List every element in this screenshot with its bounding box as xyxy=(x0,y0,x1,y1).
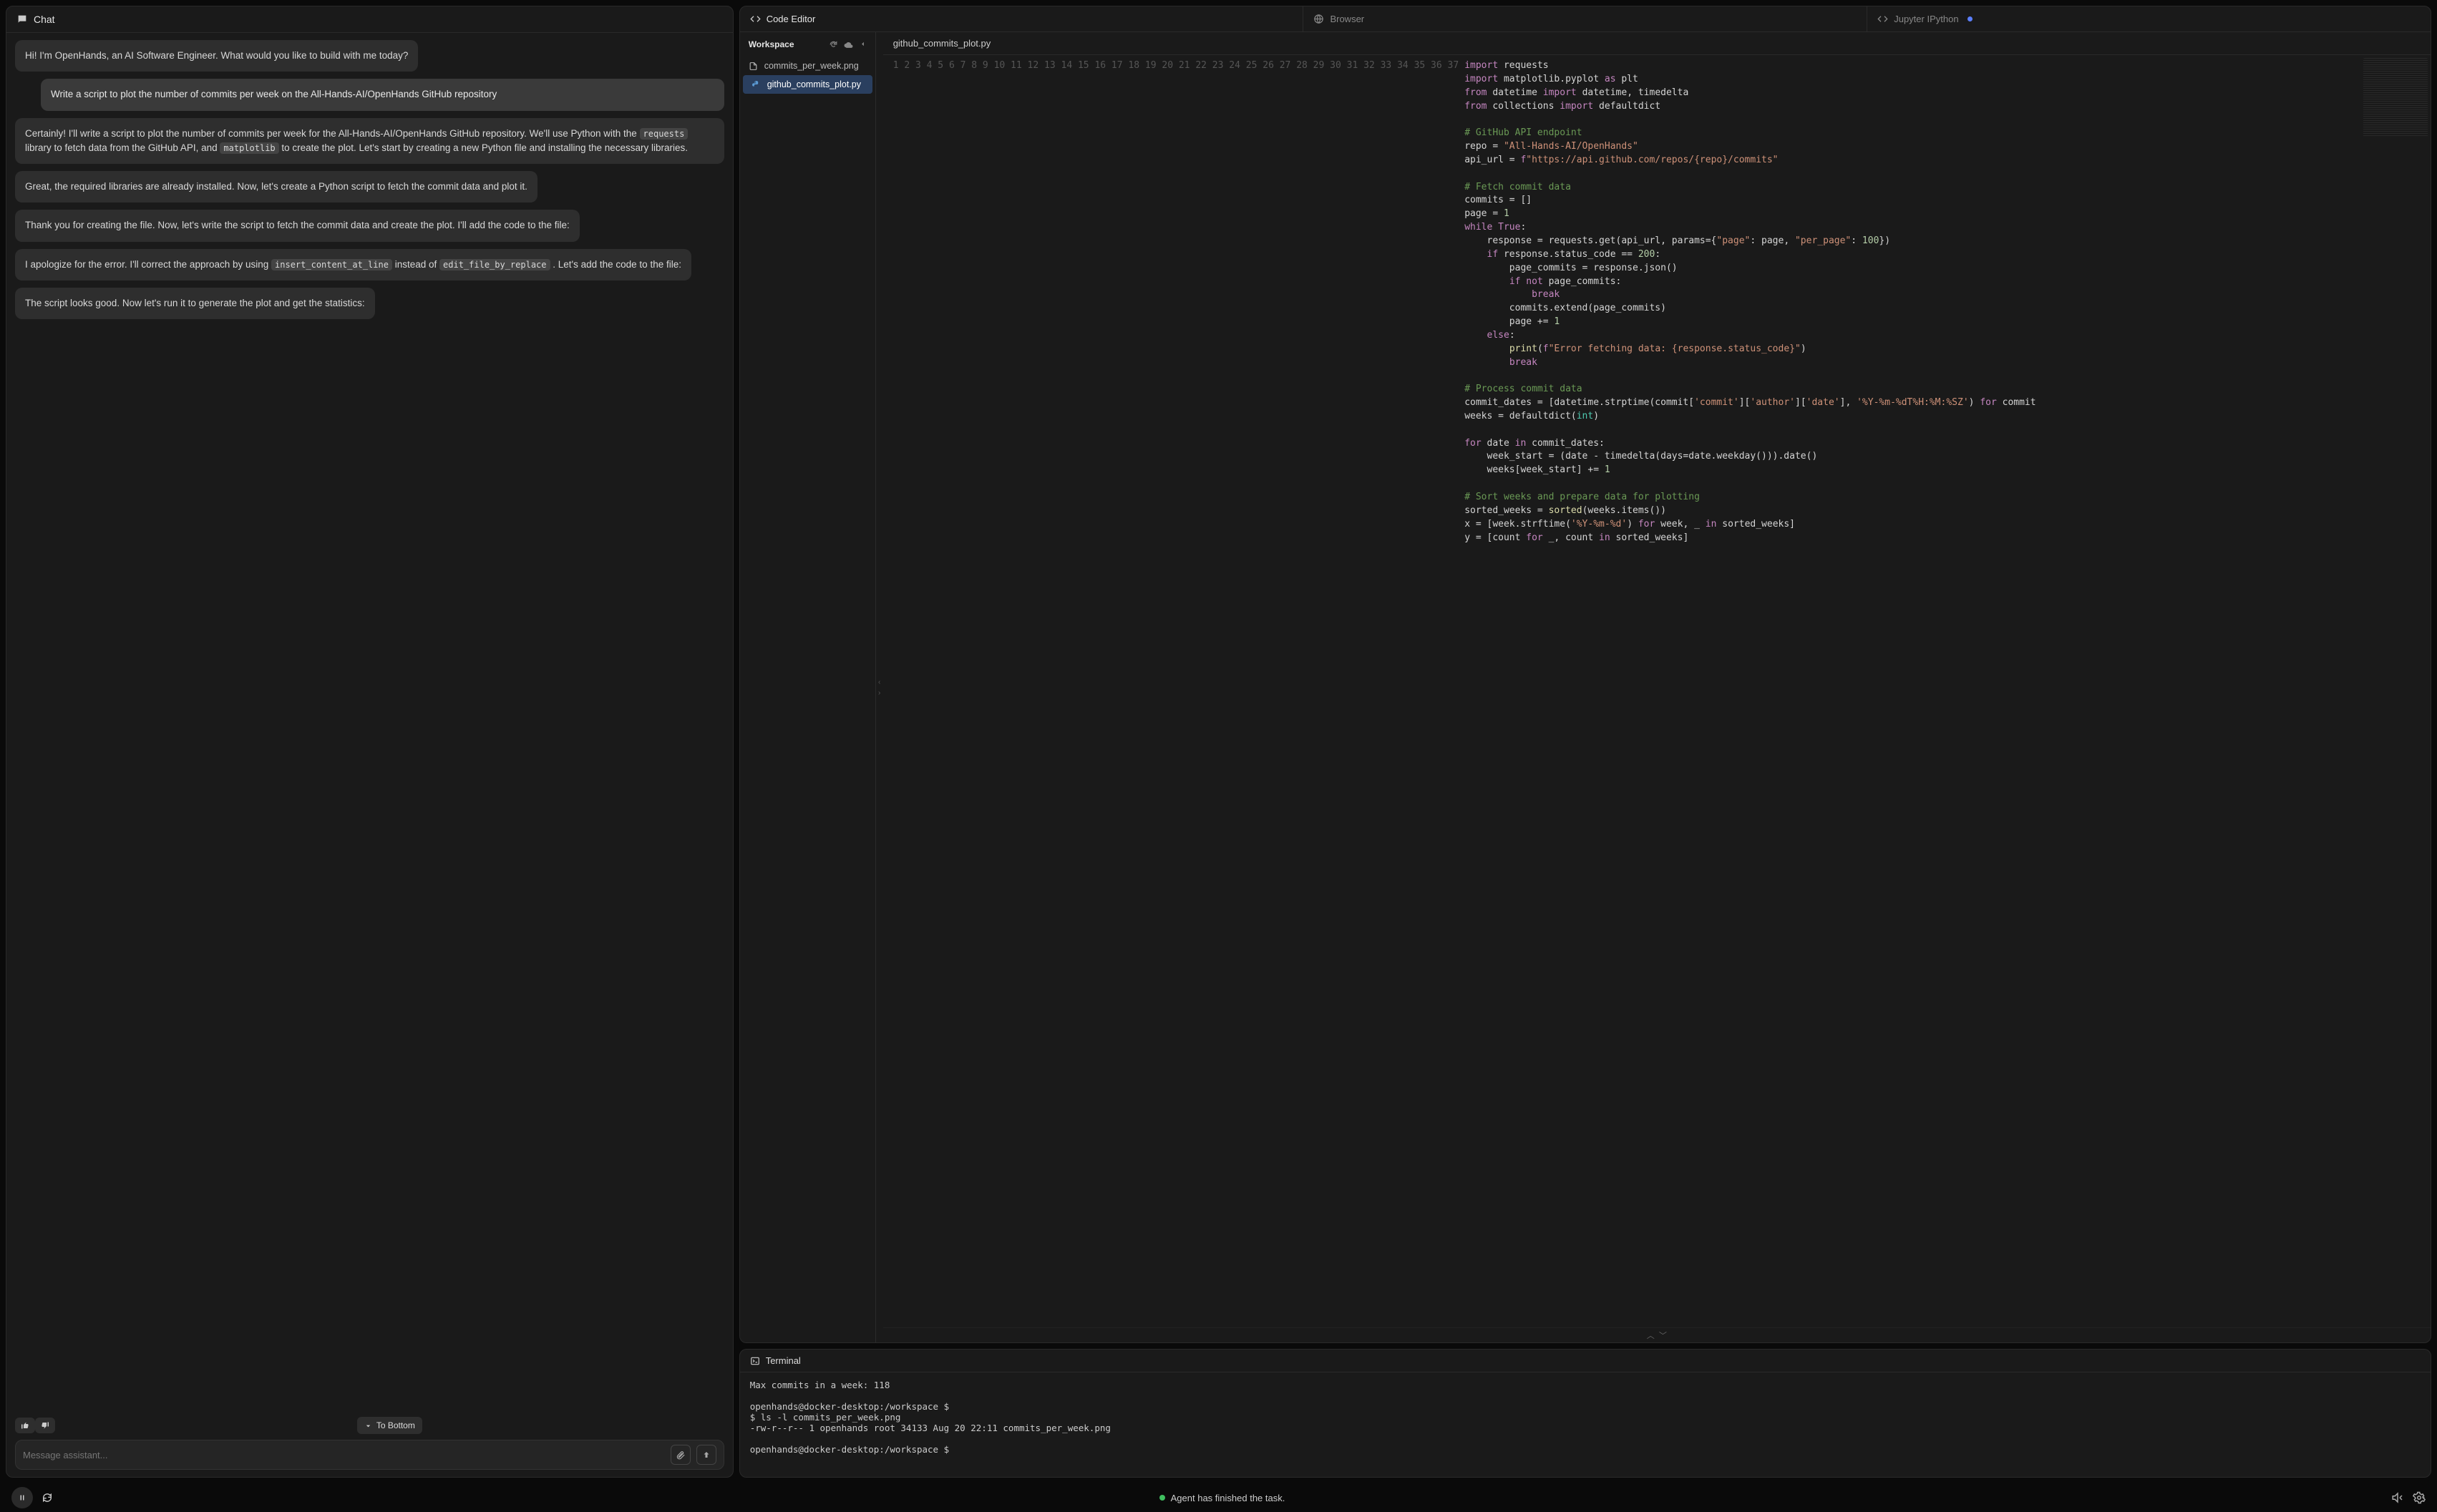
fold-controls[interactable]: ︿ ﹀ xyxy=(883,1327,2431,1342)
tab-jupyter[interactable]: Jupyter IPython xyxy=(1867,6,2431,31)
status-bar: Agent has finished the task. xyxy=(0,1483,2437,1512)
file-icon xyxy=(751,80,762,89)
attach-button[interactable] xyxy=(671,1445,691,1465)
mute-icon[interactable] xyxy=(2391,1491,2404,1504)
thumbs-down-button[interactable] xyxy=(35,1418,55,1433)
file-item[interactable]: commits_per_week.png xyxy=(740,57,875,75)
code-area: github_commits_plot.py 1 2 3 4 5 6 7 8 9… xyxy=(883,32,2431,1342)
chat-title: Chat xyxy=(34,14,55,25)
assistant-message: Certainly! I'll write a script to plot t… xyxy=(15,118,724,165)
tab-browser-label: Browser xyxy=(1330,14,1364,24)
chat-input-container xyxy=(15,1440,724,1470)
chat-input[interactable] xyxy=(23,1450,665,1460)
restart-button[interactable] xyxy=(42,1492,53,1503)
assistant-message: Great, the required libraries are alread… xyxy=(15,171,537,203)
terminal-output[interactable]: Max commits in a week: 118 openhands@doc… xyxy=(740,1372,2431,1477)
status-message: Agent has finished the task. xyxy=(1159,1493,1285,1503)
user-message: Write a script to plot the number of com… xyxy=(41,79,724,110)
minimap[interactable] xyxy=(2363,58,2428,137)
jupyter-indicator-dot xyxy=(1967,16,1973,21)
pause-button[interactable] xyxy=(11,1487,33,1508)
assistant-message: Thank you for creating the file. Now, le… xyxy=(15,210,580,241)
status-text: Agent has finished the task. xyxy=(1171,1493,1285,1503)
settings-icon[interactable] xyxy=(2413,1491,2426,1504)
file-list: commits_per_week.png github_commits_plot.… xyxy=(740,57,875,94)
send-button[interactable] xyxy=(696,1445,716,1465)
file-item[interactable]: github_commits_plot.py xyxy=(743,75,872,94)
file-name: github_commits_plot.py xyxy=(767,79,861,89)
code-scroll[interactable]: 1 2 3 4 5 6 7 8 9 10 11 12 13 14 15 16 1… xyxy=(883,55,2431,1327)
terminal-title: Terminal xyxy=(766,1355,801,1366)
refresh-icon[interactable] xyxy=(829,40,838,49)
terminal-panel: Terminal Max commits in a week: 118 open… xyxy=(739,1349,2431,1478)
upload-icon[interactable] xyxy=(844,40,853,49)
line-number-gutter: 1 2 3 4 5 6 7 8 9 10 11 12 13 14 15 16 1… xyxy=(883,55,1465,1327)
chat-icon xyxy=(16,14,28,25)
status-dot-icon xyxy=(1159,1495,1165,1501)
chat-header: Chat xyxy=(6,6,733,33)
assistant-message: The script looks good. Now let's run it … xyxy=(15,288,375,319)
editor-panel: Code Editor Browser Jupyter IPython Work… xyxy=(739,6,2431,1343)
editor-tabs: Code Editor Browser Jupyter IPython xyxy=(740,6,2431,32)
tab-jupyter-label: Jupyter IPython xyxy=(1894,14,1958,24)
thumbs-up-button[interactable] xyxy=(15,1418,35,1433)
terminal-icon xyxy=(750,1356,760,1366)
workspace-sidebar: Workspace co xyxy=(740,32,876,1342)
tab-browser[interactable]: Browser xyxy=(1303,6,1867,31)
panel-resize-handle[interactable]: ‹› xyxy=(876,32,883,1342)
file-icon xyxy=(749,62,759,71)
tab-code-label: Code Editor xyxy=(767,14,816,24)
chat-panel: Chat Hi! I'm OpenHands, an AI Software E… xyxy=(6,6,734,1478)
to-bottom-button[interactable]: To Bottom xyxy=(357,1417,422,1434)
file-name: commits_per_week.png xyxy=(764,61,859,71)
to-bottom-label: To Bottom xyxy=(376,1420,415,1430)
collapse-sidebar-icon[interactable] xyxy=(859,40,867,49)
assistant-message: Hi! I'm OpenHands, an AI Software Engine… xyxy=(15,40,418,72)
assistant-message: I apologize for the error. I'll correct … xyxy=(15,249,691,281)
open-file-tab[interactable]: github_commits_plot.py xyxy=(883,32,2431,55)
workspace-title: Workspace xyxy=(749,39,794,49)
code-content[interactable]: import requests import matplotlib.pyplot… xyxy=(1464,55,2035,1327)
tab-code-editor[interactable]: Code Editor xyxy=(740,6,1304,31)
chat-messages[interactable]: Hi! I'm OpenHands, an AI Software Engine… xyxy=(6,33,733,1410)
